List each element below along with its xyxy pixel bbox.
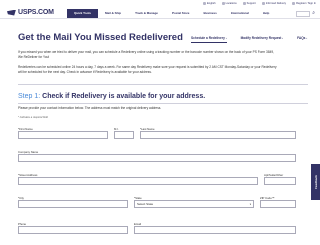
- step-instructions: Please provide your contact information …: [18, 106, 162, 110]
- step-heading: Step 1: Check if Redelivery is available…: [18, 93, 205, 100]
- chevron-right-icon: ›: [282, 37, 284, 40]
- utility-link-label: Locations: [225, 2, 237, 5]
- tab-label: FAQs: [297, 36, 306, 40]
- nav-track-manage[interactable]: Track & Manage: [128, 9, 165, 18]
- intro-paragraph: Redeliveries can be scheduled online 24 …: [18, 65, 277, 74]
- nav-label: International: [230, 11, 249, 15]
- search-input[interactable]: [296, 10, 311, 17]
- state-select-value: Select State: [137, 202, 154, 206]
- utility-link-label: Support: [246, 2, 256, 5]
- nav-help[interactable]: Help: [256, 9, 277, 18]
- page-title: Get the Mail You Missed Redelivered: [18, 32, 183, 43]
- english-globe-icon: [203, 2, 207, 5]
- feedback-label: Feedback: [313, 175, 318, 189]
- street-address-input[interactable]: [18, 177, 258, 185]
- main-nav: Quick Tools Mail & Ship Track & Manage P…: [67, 9, 276, 18]
- feedback-tab[interactable]: Feedback: [311, 164, 320, 200]
- city-input[interactable]: [18, 200, 128, 208]
- search-icon[interactable]: ⌕: [312, 11, 315, 16]
- utility-link-support[interactable]: Support: [242, 2, 256, 5]
- search: ⌕: [285, 9, 315, 18]
- eagle-logo-icon: [7, 9, 16, 16]
- apt-suite-input[interactable]: [264, 177, 296, 185]
- utility-links: English Locations Support Informed Deliv…: [203, 2, 316, 5]
- user-icon: [292, 2, 296, 5]
- nav-label: Track & Manage: [135, 11, 158, 15]
- mail-envelope-icon: [261, 2, 265, 5]
- nav-divider: [0, 18, 320, 19]
- middle-initial-input[interactable]: [114, 131, 134, 139]
- logo-text: USPS.COM: [18, 9, 54, 16]
- tab-label: Modify Redelivery Request: [240, 36, 282, 40]
- email-input[interactable]: [134, 226, 296, 234]
- usps-logo[interactable]: USPS.COM: [7, 9, 54, 16]
- utility-link-sign-in[interactable]: Register / Sign In: [292, 2, 316, 5]
- nav-label: Postal Store: [171, 11, 190, 15]
- utility-link-locations[interactable]: Locations: [221, 2, 237, 5]
- utility-link-informed-delivery[interactable]: Informed Delivery: [261, 2, 287, 5]
- redelivery-tabs: Schedule a Redelivery › Modify Redeliver…: [191, 36, 307, 43]
- chevron-down-icon: ▾: [249, 203, 251, 206]
- section-divider: [18, 84, 308, 85]
- required-field-note: * indicates a required field: [18, 116, 48, 119]
- utility-link-label: Informed Delivery: [265, 2, 287, 5]
- tab-faqs[interactable]: FAQs ›: [297, 36, 307, 43]
- step-title: Check if Redelivery is available for you…: [42, 93, 206, 100]
- tab-label: Schedule a Redelivery: [191, 36, 225, 40]
- nav-label: Mail & Ship: [104, 11, 122, 15]
- nav-quick-tools[interactable]: Quick Tools: [67, 9, 98, 18]
- company-name-input[interactable]: [18, 154, 296, 162]
- chevron-right-icon: ›: [225, 37, 227, 40]
- zip-code-input[interactable]: [260, 200, 296, 208]
- nav-label: Help: [262, 11, 270, 15]
- chevron-right-icon: ›: [306, 37, 308, 40]
- state-select[interactable]: Select State ▾: [134, 200, 254, 208]
- nav-label: Business: [203, 11, 217, 15]
- tab-schedule-redelivery[interactable]: Schedule a Redelivery ›: [191, 36, 227, 43]
- phone-input[interactable]: [18, 226, 128, 234]
- utility-link-label: English: [207, 2, 216, 5]
- location-pin-icon: [221, 2, 225, 5]
- tab-modify-redelivery[interactable]: Modify Redelivery Request ›: [241, 36, 284, 43]
- nav-mail-ship[interactable]: Mail & Ship: [98, 9, 128, 18]
- last-name-input[interactable]: [140, 131, 296, 139]
- section-divider: [18, 103, 308, 104]
- support-icon: [242, 2, 246, 5]
- utility-link-label: Register / Sign In: [296, 2, 316, 5]
- utility-link-english[interactable]: English: [203, 2, 216, 5]
- nav-label: Quick Tools: [74, 11, 91, 15]
- step-number: Step 1:: [18, 93, 41, 100]
- nav-international[interactable]: International: [224, 9, 256, 18]
- intro-paragraph: If you missed you when we tried to deliv…: [18, 50, 275, 59]
- first-name-input[interactable]: [18, 131, 108, 139]
- nav-postal-store[interactable]: Postal Store: [165, 9, 197, 18]
- nav-business[interactable]: Business: [196, 9, 223, 18]
